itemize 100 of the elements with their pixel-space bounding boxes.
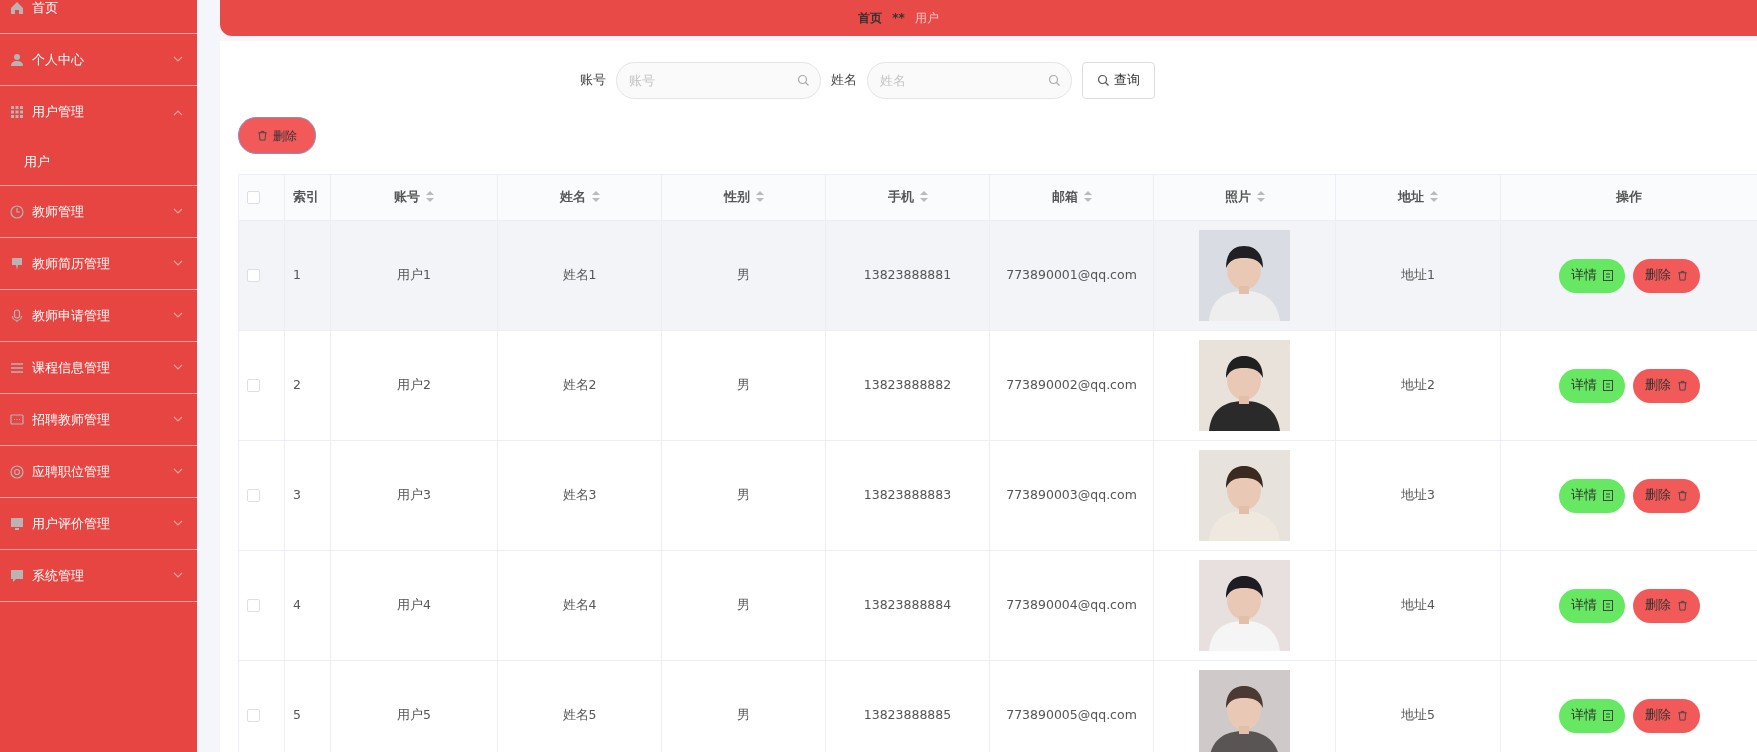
table-cell: 男 <box>737 487 750 503</box>
delete-button[interactable]: 删除 <box>1632 588 1700 623</box>
sidebar-item[interactable]: 招聘教师管理 <box>0 394 197 446</box>
document-icon <box>1602 710 1613 721</box>
table-cell: 4 <box>293 597 301 613</box>
table-cell: 姓名4 <box>562 597 597 613</box>
checkbox[interactable] <box>247 269 260 283</box>
sidebar-item[interactable]: 个人中心 <box>0 34 197 86</box>
table-cell: 13823888881 <box>863 267 952 283</box>
sidebar-item[interactable]: 教师申请管理 <box>0 290 197 342</box>
breadcrumb-separator: ** <box>892 10 905 27</box>
document-icon <box>1602 600 1613 611</box>
table-cell: 用户2 <box>397 377 431 393</box>
sort-icon <box>1430 191 1438 203</box>
table-cell: 773890003@qq.com <box>1006 487 1137 503</box>
sidebar-item[interactable]: 课程信息管理 <box>0 342 197 394</box>
table-cell: 姓名5 <box>562 707 597 723</box>
trash-icon <box>1676 380 1688 391</box>
breadcrumb-current: 用户 <box>914 10 939 27</box>
checkbox[interactable] <box>247 379 260 393</box>
monitor-icon <box>10 516 24 531</box>
delete-button[interactable]: 删除 <box>238 117 316 154</box>
table-cell: 用户3 <box>397 487 431 503</box>
column-header[interactable]: 姓名 <box>559 189 586 205</box>
column-header[interactable]: 账号 <box>394 189 420 205</box>
pin-icon <box>10 256 24 271</box>
message-icon <box>10 568 24 583</box>
search-icon <box>1048 73 1060 86</box>
table-cell: 1 <box>293 267 301 283</box>
delete-button[interactable]: 删除 <box>1632 478 1700 513</box>
table-cell: 地址3 <box>1401 487 1435 503</box>
column-header[interactable]: 照片 <box>1224 189 1251 205</box>
table-cell: 男 <box>737 377 750 393</box>
sidebar-item[interactable]: 首页 <box>0 0 197 34</box>
table-cell: 773890004@qq.com <box>1006 597 1137 613</box>
document-icon <box>1602 490 1613 501</box>
field-label: 姓名 <box>831 71 857 90</box>
sidebar-item[interactable]: 教师管理 <box>0 186 197 238</box>
sort-icon <box>426 191 434 203</box>
table-cell: 13823888884 <box>863 597 952 613</box>
document-icon <box>1602 270 1613 281</box>
table-cell: 姓名1 <box>562 267 597 283</box>
microphone-icon <box>10 308 24 323</box>
table-cell: 773890002@qq.com <box>1006 377 1137 393</box>
trash-icon <box>1676 270 1688 281</box>
sidebar-item[interactable]: 用户管理 <box>0 86 197 138</box>
sort-icon <box>1256 191 1265 203</box>
table-cell: 13823888883 <box>863 487 952 503</box>
table-cell: 5 <box>293 707 301 723</box>
grid-icon <box>10 105 24 119</box>
table-cell: 773890005@qq.com <box>1006 707 1137 723</box>
user-icon <box>10 52 24 67</box>
checkbox[interactable] <box>247 709 260 723</box>
delete-button[interactable]: 删除 <box>1632 258 1700 293</box>
checkbox[interactable] <box>247 191 260 205</box>
table-cell: 用户1 <box>397 267 431 283</box>
checkbox[interactable] <box>247 599 260 613</box>
checkbox[interactable] <box>247 489 260 503</box>
breadcrumb-link[interactable]: 首页 <box>858 9 883 27</box>
sidebar-item[interactable]: 教师简历管理 <box>0 238 197 290</box>
sidebar-subitem[interactable]: 用户 <box>0 138 197 186</box>
column-header[interactable]: 地址 <box>1398 189 1424 205</box>
column-header[interactable]: 手机 <box>887 189 914 205</box>
delete-button[interactable]: 删除 <box>1632 368 1700 403</box>
detail-button[interactable]: 详情 <box>1558 478 1625 513</box>
table-cell: 用户4 <box>397 597 431 613</box>
sidebar-item[interactable]: 系统管理 <box>0 550 197 602</box>
search-icon <box>1097 74 1109 86</box>
list-icon <box>10 360 24 375</box>
table-cell: 773890001@qq.com <box>1006 267 1137 283</box>
detail-button[interactable]: 详情 <box>1558 588 1625 623</box>
table-cell: 地址2 <box>1401 377 1435 393</box>
sidebar-item[interactable]: 用户评价管理 <box>0 498 197 550</box>
column-header[interactable]: 性别 <box>723 189 750 205</box>
chat-icon <box>10 412 24 427</box>
document-icon <box>1602 380 1613 391</box>
column-header[interactable]: 邮箱 <box>1051 189 1078 205</box>
search-icon <box>797 73 809 86</box>
table-cell: 男 <box>737 597 750 613</box>
detail-button[interactable]: 详情 <box>1558 258 1625 293</box>
clock-icon <box>10 204 24 219</box>
detail-button[interactable]: 详情 <box>1558 698 1625 733</box>
table-cell: 地址4 <box>1401 597 1435 613</box>
search-button[interactable]: 查询 <box>1082 61 1155 99</box>
at-sign-icon <box>10 464 24 479</box>
table-cell: 男 <box>737 707 750 723</box>
table-cell: 用户5 <box>397 707 431 723</box>
table-cell: 13823888882 <box>863 377 952 393</box>
detail-button[interactable]: 详情 <box>1558 368 1625 403</box>
trash-icon <box>1676 710 1688 721</box>
table-cell: 3 <box>293 487 301 503</box>
table-cell: 地址1 <box>1401 267 1435 283</box>
table-cell: 姓名3 <box>562 487 597 503</box>
sidebar-item[interactable]: 应聘职位管理 <box>0 446 197 498</box>
trash-icon <box>1676 600 1688 611</box>
sort-icon <box>919 191 928 203</box>
delete-button[interactable]: 删除 <box>1632 698 1700 733</box>
column-header: 索引 <box>293 189 319 205</box>
sort-icon <box>591 191 600 203</box>
table-cell: 男 <box>737 267 750 283</box>
